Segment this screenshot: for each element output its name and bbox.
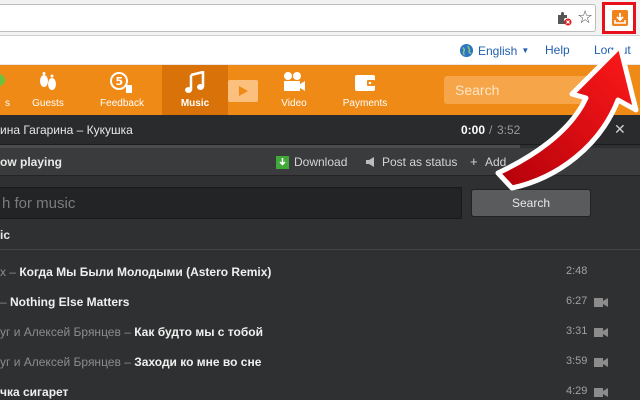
track-row[interactable]: – Nothing Else Matters 6:27 — [0, 287, 640, 317]
nav-label: Guests — [32, 98, 64, 109]
nav-item-guests[interactable]: Guests — [24, 65, 72, 115]
smile-icon — [0, 74, 5, 86]
plus-icon: + — [470, 154, 478, 169]
track-row[interactable]: чка сигарет 4:29 — [0, 377, 640, 400]
nav-item-music[interactable]: Music — [162, 65, 228, 115]
track-duration: 3:31 — [566, 325, 588, 337]
track-title[interactable]: Когда Мы Были Молодыми (Astero Remix) — [19, 265, 271, 279]
megaphone-icon — [366, 157, 374, 167]
browser-toolbar: ☆ — [0, 0, 640, 36]
now-playing-label: ow playing — [0, 155, 63, 169]
wallet-icon — [355, 75, 375, 91]
globe-icon — [459, 43, 474, 58]
section-title: ic — [0, 228, 11, 242]
nav-label: Payments — [342, 98, 388, 109]
address-bar[interactable] — [0, 4, 596, 32]
nav-label: Video — [281, 98, 307, 109]
track-artist: уг и Алексей Брянцев — [0, 325, 121, 339]
video-camera-icon[interactable] — [594, 358, 608, 367]
red-arrow-annotation — [495, 43, 639, 191]
track-title[interactable]: Как будто мы с тобой — [134, 325, 263, 339]
time-current: 0:00 — [461, 123, 486, 137]
music-search-placeholder: h for music — [2, 195, 76, 212]
track-list: x – Когда Мы Были Молодыми (Astero Remix… — [0, 257, 640, 400]
nav-item-payments[interactable]: Payments — [336, 65, 394, 115]
divider — [0, 249, 640, 250]
feedback-icon: 5 — [110, 72, 132, 93]
bookmark-star-icon[interactable]: ☆ — [577, 7, 593, 27]
track-duration: 6:27 — [566, 295, 588, 307]
extension-highlight-box — [602, 2, 636, 34]
post-as-status-button[interactable]: Post as status — [382, 155, 457, 169]
track-title[interactable]: чка сигарет — [0, 385, 68, 399]
track-text: чка сигарет — [0, 385, 68, 399]
track-duration: 3:59 — [566, 355, 588, 367]
footprints-icon — [40, 72, 56, 90]
track-row[interactable]: x – Когда Мы Были Молодыми (Astero Remix… — [0, 257, 640, 287]
video-camera-icon[interactable] — [594, 388, 608, 397]
video-camera-icon[interactable] — [594, 298, 608, 307]
track-artist: уг и Алексей Брянцев — [0, 355, 121, 369]
nav-label: s — [5, 98, 10, 109]
svg-text:5: 5 — [116, 75, 124, 88]
track-row[interactable]: уг и Алексей Брянцев – Заходи ко мне во … — [0, 347, 640, 377]
mini-video-tab[interactable] — [228, 80, 258, 102]
nav-label: Music — [180, 98, 210, 109]
track-row[interactable]: уг и Алексей Брянцев – Как будто мы с то… — [0, 317, 640, 347]
track-text: уг и Алексей Брянцев – Заходи ко мне во … — [0, 355, 262, 369]
track-text: уг и Алексей Брянцев – Как будто мы с то… — [0, 325, 263, 339]
nav-item-video[interactable]: Video — [268, 65, 320, 115]
track-duration: 2:48 — [566, 265, 588, 277]
music-note-icon — [185, 71, 205, 93]
track-text: – Nothing Else Matters — [0, 295, 130, 309]
current-track-title: ина Гагарина – Кукушка — [0, 123, 133, 137]
video-camera-icon[interactable] — [594, 328, 608, 337]
download-icon[interactable] — [276, 156, 289, 169]
nav-item-smile[interactable]: s — [0, 65, 10, 115]
music-search-input[interactable]: h for music — [0, 187, 462, 219]
puzzle-icon[interactable] — [556, 10, 572, 26]
track-title[interactable]: Заходи ко мне во сне — [134, 355, 261, 369]
film-camera-icon — [284, 72, 305, 91]
download-extension-icon[interactable] — [612, 10, 628, 26]
track-title[interactable]: Nothing Else Matters — [10, 295, 129, 309]
nav-label: Feedback — [100, 98, 144, 109]
download-button[interactable]: Download — [294, 155, 347, 169]
nav-item-feedback[interactable]: 5 Feedback — [94, 65, 150, 115]
track-text: x – Когда Мы Были Молодыми (Astero Remix… — [0, 265, 272, 279]
track-duration: 4:29 — [566, 385, 588, 397]
play-icon — [239, 86, 248, 96]
